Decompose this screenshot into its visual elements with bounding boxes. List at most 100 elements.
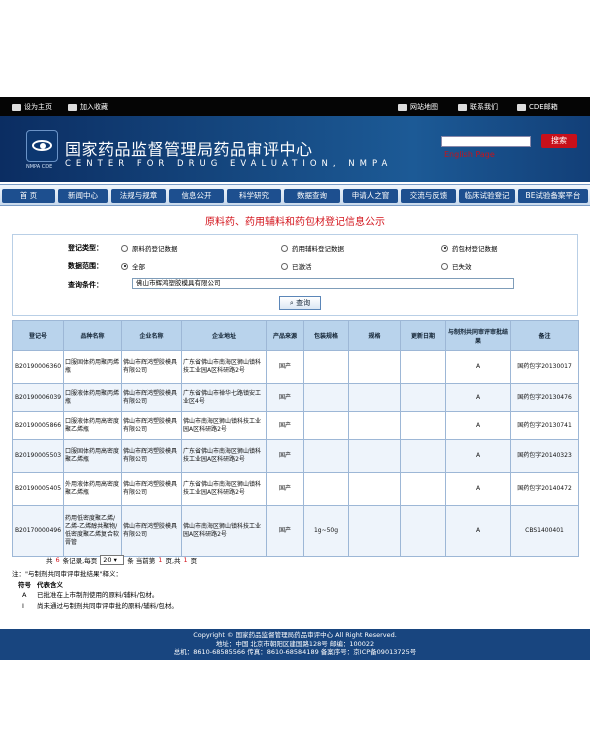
query-button[interactable]: ⌕ 查询 <box>279 296 321 310</box>
nav-home[interactable]: 首 页 <box>2 189 55 203</box>
pager-mid: 条记录,每页 <box>62 557 98 565</box>
logo-subtitle: NMPA CDE <box>26 164 53 170</box>
nav-news[interactable]: 新闻中心 <box>58 189 108 203</box>
notes-head-symbol: 符号 <box>18 580 31 589</box>
table-cell <box>348 411 401 440</box>
table-cell: 口服固体药用聚丙烯瓶 <box>63 350 122 384</box>
table-row[interactable]: B20190006360 口服固体药用聚丙烯瓶 佛山市辉鸿塑胶模具有限公司 广东省佛山… <box>12 350 579 384</box>
type-option-excipient[interactable]: 药用辅料登记数据 <box>281 243 344 253</box>
table-cell: 国药包字20130741 <box>510 411 579 440</box>
radio-checked-icon <box>441 244 448 252</box>
nav-feedback[interactable]: 交流与反馈 <box>401 189 456 203</box>
type-option-packaging-label: 药包材登记数据 <box>452 245 498 253</box>
table-cell: 国产 <box>266 411 304 440</box>
page-size-select[interactable]: 20 ▾ <box>100 555 125 565</box>
table-cell: 国药包字20140472 <box>510 472 579 506</box>
table-row[interactable]: B20190005866 口服液体药用高密度聚乙烯瓶 佛山市辉鸿塑胶模具有限公司 佛山… <box>12 411 579 440</box>
site-title-en: CENTER FOR DRUG EVALUATION, NMPA <box>65 159 393 169</box>
table-cell: 佛山市辉鸿塑胶模具有限公司 <box>121 472 182 506</box>
notes-section: 注："与制剂共同审评审批结果"释义： 符号 代表含义 A 已批准在上市制剂使用的原料… <box>12 569 178 611</box>
table-cell: 国产 <box>266 472 304 506</box>
query-input[interactable]: 佛山市辉鸿塑胶模具有限公司 <box>132 278 514 289</box>
table-cell: 佛山市辉鸿塑胶模具有限公司 <box>121 383 182 412</box>
nav-be-platform[interactable]: BE试验备案平台 <box>518 189 588 203</box>
table-cell <box>348 472 401 506</box>
english-page-link[interactable]: English Page <box>444 150 495 159</box>
table-cell: 广东省佛山市禅华七路镇安工业区4号 <box>181 383 267 412</box>
table-cell <box>348 350 401 384</box>
table-row[interactable]: B20190005503 口服固体药用高密度聚乙烯瓶 佛山市辉鸿塑胶模具有限公司 广东… <box>12 439 579 473</box>
add-favorite-label: 加入收藏 <box>80 103 108 111</box>
table-cell <box>348 383 401 412</box>
sitemap-icon <box>398 103 407 111</box>
set-home-link[interactable]: 设为主页 <box>12 102 52 112</box>
footer-address: 地址：中国 北京市朝阳区建国路128号 邮编：100022 <box>215 639 375 648</box>
table-cell: 国药包字20130476 <box>510 383 579 412</box>
type-label: 登记类型： <box>68 244 103 252</box>
table-cell: 佛山市南海区狮山镇科技工业园A区科研路2号 <box>181 411 267 440</box>
table-cell: B20190005866 <box>12 411 64 440</box>
type-option-api[interactable]: 原料药登记数据 <box>121 243 178 253</box>
star-icon <box>68 103 77 111</box>
column-header: 登记号 <box>12 320 64 351</box>
scope-label: 数据范围： <box>68 262 103 270</box>
query-button-label: 查询 <box>296 299 311 307</box>
note-text: 尚未通过与制剂共同审评审批的原料/辅料/包材。 <box>37 601 178 610</box>
scope-option-all-label: 全部 <box>132 263 145 271</box>
nav-clinical-trial[interactable]: 临床试验登记 <box>459 189 515 203</box>
chevron-down-icon: ▾ <box>113 556 117 564</box>
column-header: 企业名称 <box>121 320 182 351</box>
current-page: 1 <box>158 556 163 564</box>
mail-link[interactable]: CDE邮箱 <box>517 102 558 112</box>
note-item: I 尚未通过与制剂共同审评审批的原料/辅料/包材。 <box>12 601 178 612</box>
table-cell: 口服液体药用聚丙烯瓶 <box>63 383 122 412</box>
pager-pre: 共 <box>46 557 53 565</box>
nav-info[interactable]: 信息公开 <box>169 189 224 203</box>
nav-data-query[interactable]: 数据查询 <box>284 189 340 203</box>
column-header: 与制剂共同审评审批结果 <box>445 320 511 351</box>
type-row: 登记类型： 原料药登记数据 药用辅料登记数据 药包材登记数据 <box>13 241 577 255</box>
sitemap-link[interactable]: 网站地图 <box>398 102 438 112</box>
phone-icon <box>458 103 467 111</box>
table-cell: 佛山市辉鸿塑胶模具有限公司 <box>121 505 182 557</box>
page-title: 原料药、药用辅料和药包材登记信息公示 <box>205 217 385 228</box>
pagination: 共 6 条记录,每页 20 ▾ 条 当前第 1 页,共 1 页 <box>46 555 197 565</box>
type-option-packaging[interactable]: 药包材登记数据 <box>441 243 498 253</box>
table-cell <box>348 439 401 473</box>
radio-icon <box>281 244 288 252</box>
table-cell: A <box>445 383 511 412</box>
site-search-button[interactable]: 搜索 <box>541 134 577 148</box>
results-table: 登记号 品种名称 企业名称 企业地址 产品来源 包装规格 规格 更新日期 与制剂共同审评审批结果… <box>12 320 579 557</box>
table-cell: 外用液体药用高密度聚乙烯瓶 <box>63 472 122 506</box>
table-row[interactable]: B20170000496 药用低密度聚乙烯/乙烯-乙烯醇共聚物/低密度聚乙烯复合软… <box>12 505 579 557</box>
table-cell <box>303 383 349 412</box>
table-row[interactable]: B20190005405 外用液体药用高密度聚乙烯瓶 佛山市辉鸿塑胶模具有限公司 广东… <box>12 472 579 506</box>
nav-research[interactable]: 科学研究 <box>227 189 281 203</box>
scope-option-active[interactable]: 已激活 <box>281 261 312 271</box>
table-cell: A <box>445 411 511 440</box>
table-cell: 广东省佛山市南海区狮山镇科技工业园A区科研路2号 <box>181 350 267 384</box>
table-cell: 国产 <box>266 439 304 473</box>
table-cell: B20190006039 <box>12 383 64 412</box>
table-cell <box>400 350 446 384</box>
contact-link[interactable]: 联系我们 <box>458 102 498 112</box>
scope-option-all[interactable]: 全部 <box>121 261 145 271</box>
table-cell: A <box>445 472 511 506</box>
pager-page-label: 条 当前第 <box>127 557 156 565</box>
nav-regulations[interactable]: 法规与规章 <box>111 189 166 203</box>
page-size-value: 20 <box>103 556 112 564</box>
top-bar: 设为主页 加入收藏 网站地图 联系我们 CDE邮箱 <box>0 97 590 116</box>
column-header: 产品来源 <box>266 320 304 351</box>
nav-applicant[interactable]: 申请人之窗 <box>343 189 398 203</box>
sitemap-label: 网站地图 <box>410 103 438 111</box>
table-cell <box>303 472 349 506</box>
table-cell: 国药包字20140323 <box>510 439 579 473</box>
table-row[interactable]: B20190006039 口服液体药用聚丙烯瓶 佛山市辉鸿塑胶模具有限公司 广东省佛山… <box>12 383 579 412</box>
add-favorite-link[interactable]: 加入收藏 <box>68 102 108 112</box>
table-cell: 口服固体药用高密度聚乙烯瓶 <box>63 439 122 473</box>
table-cell: B20190006360 <box>12 350 64 384</box>
table-cell: B20190005405 <box>12 472 64 506</box>
scope-option-expired[interactable]: 已失效 <box>441 261 472 271</box>
table-cell: CBS1400401 <box>510 505 579 557</box>
site-search-input[interactable] <box>441 136 531 147</box>
